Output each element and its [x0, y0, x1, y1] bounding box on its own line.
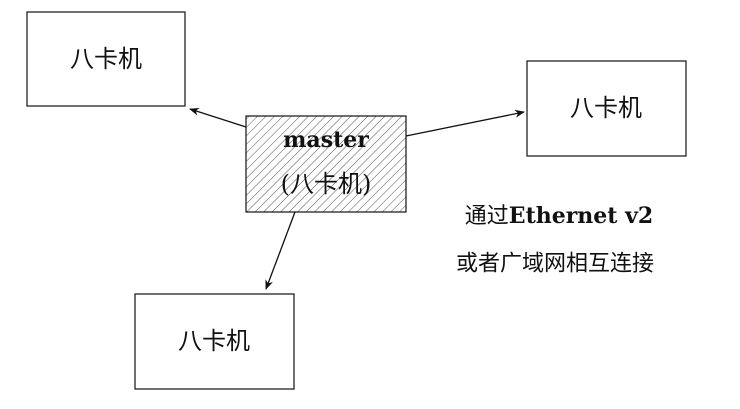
- annotation-line1: 通过Ethernet v2: [465, 203, 653, 229]
- annotation-line1-bold: Ethernet v2: [509, 203, 653, 229]
- annotation-line1-prefix: 通过: [465, 204, 509, 229]
- connection-annotation: 通过Ethernet v2 或者广域网相互连接: [456, 203, 654, 277]
- arrow-to-top-left: [189, 107, 247, 128]
- arrow-to-bottom: [265, 211, 296, 290]
- node-top-left: 八卡机: [26, 11, 186, 107]
- network-diagram: 八卡机 八卡机 八卡机 master (八卡机) 通过Ethernet v2 或…: [26, 11, 687, 390]
- annotation-line2: 或者广域网相互连接: [456, 252, 654, 277]
- node-master-title: master: [283, 127, 369, 153]
- node-bottom-label: 八卡机: [178, 327, 250, 355]
- node-top-left-label: 八卡机: [70, 45, 142, 73]
- node-bottom: 八卡机: [134, 293, 295, 390]
- node-master: master (八卡机): [245, 115, 407, 213]
- arrow-to-right: [405, 109, 525, 137]
- node-right-label: 八卡机: [570, 94, 642, 122]
- node-right: 八卡机: [526, 60, 687, 157]
- node-master-subtitle: (八卡机): [281, 170, 372, 198]
